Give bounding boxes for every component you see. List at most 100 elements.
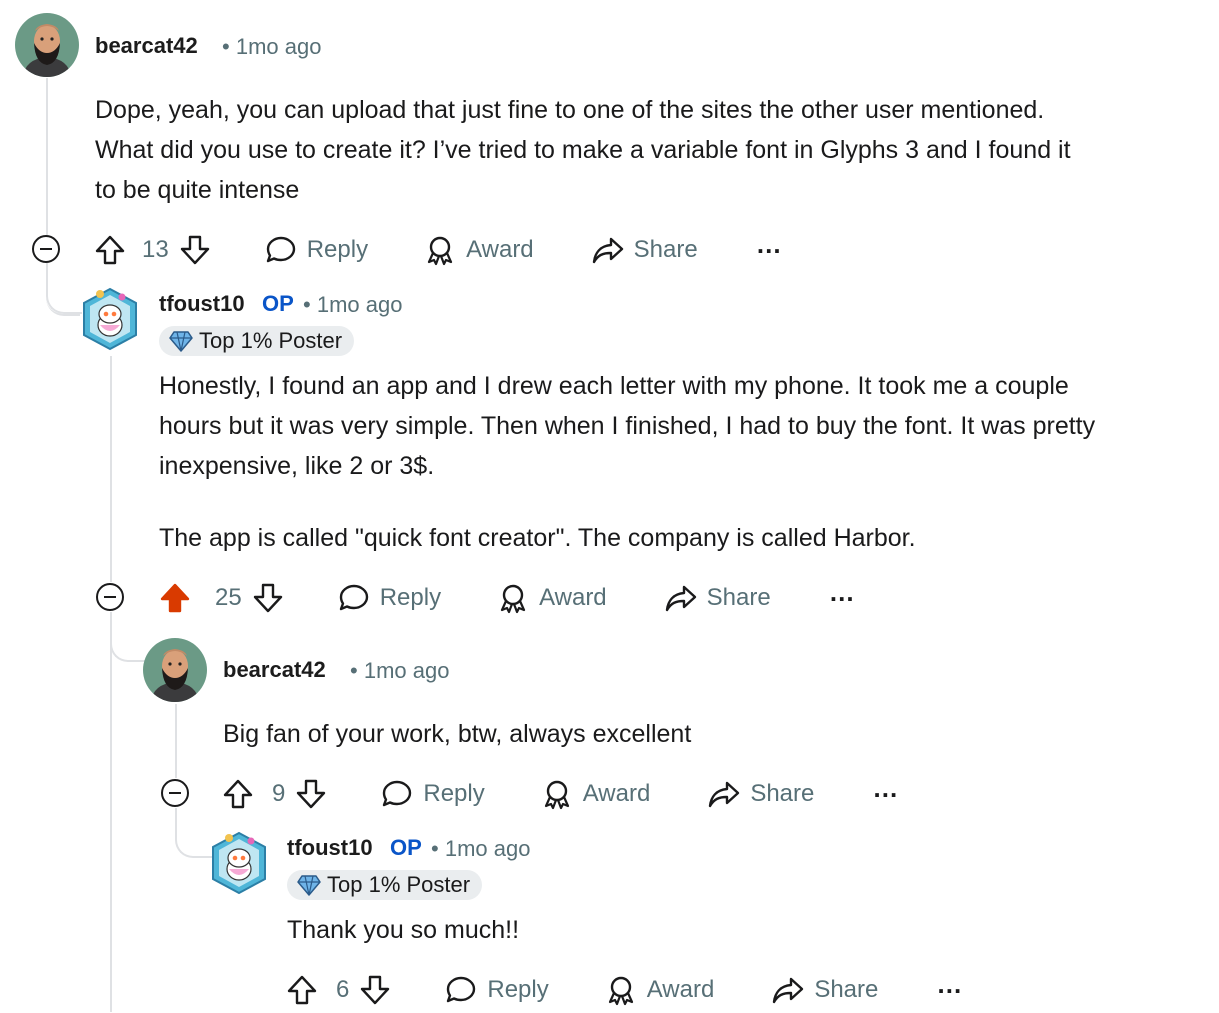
- comment-timestamp[interactable]: 1mo ago: [445, 836, 531, 861]
- meta-separator: •: [222, 34, 230, 59]
- share-icon: [709, 781, 740, 808]
- comment-actions: 9 Reply Award Share …: [222, 773, 898, 814]
- more-options-button[interactable]: …: [829, 577, 855, 614]
- comment-body-line: to be quite intense: [95, 176, 300, 204]
- award-label: Award: [582, 780, 651, 807]
- more-options-button[interactable]: …: [872, 773, 898, 810]
- thread-line-root: [46, 78, 48, 258]
- vote-score: 25: [215, 584, 242, 611]
- comment-author[interactable]: bearcat42: [95, 33, 198, 59]
- avatar[interactable]: [80, 285, 140, 351]
- avatar[interactable]: [209, 829, 269, 895]
- avatar-snoo-icon: [83, 287, 137, 351]
- flair-diamond-icon: [297, 875, 321, 896]
- reply-label: Reply: [379, 584, 442, 611]
- downvote-icon: [180, 235, 209, 265]
- award-button[interactable]: Award: [541, 778, 651, 810]
- reply-button[interactable]: Reply: [445, 974, 549, 1006]
- upvote-icon: [160, 583, 190, 613]
- vote-score: 9: [272, 780, 286, 807]
- comment-author[interactable]: bearcat42: [223, 657, 326, 683]
- share-label: Share: [706, 584, 771, 611]
- comment-meta: • 1mo ago: [431, 836, 530, 862]
- share-button[interactable]: Share: [772, 974, 878, 1006]
- award-button[interactable]: Award: [424, 234, 534, 266]
- reply-label: Reply: [306, 236, 369, 263]
- downvote-button[interactable]: [295, 778, 337, 810]
- reply-label: Reply: [487, 976, 549, 1003]
- comment-body-line: hours but it was very simple. Then when …: [159, 412, 1096, 440]
- upvote-icon: [95, 235, 125, 265]
- comment-meta: • 1mo ago: [350, 658, 449, 684]
- award-icon: [427, 236, 453, 266]
- downvote-icon: [297, 779, 326, 809]
- reply-button[interactable]: Reply: [381, 778, 485, 810]
- upvote-icon: [287, 975, 317, 1005]
- comment-timestamp[interactable]: 1mo ago: [236, 34, 322, 59]
- downvote-button[interactable]: [179, 234, 221, 266]
- meta-separator: •: [303, 292, 311, 317]
- comment-timestamp[interactable]: 1mo ago: [364, 658, 450, 683]
- comment-meta: • 1mo ago: [222, 34, 321, 60]
- collapse-thread-button[interactable]: [96, 583, 124, 611]
- vote-score: 13: [142, 236, 169, 263]
- upvote-button[interactable]: [286, 974, 328, 1006]
- avatar[interactable]: [15, 13, 79, 77]
- more-icon: …: [872, 772, 899, 803]
- award-button[interactable]: Award: [605, 974, 715, 1006]
- reply-icon: [383, 780, 412, 807]
- downvote-button[interactable]: [359, 974, 401, 1006]
- vote-score: 6: [336, 976, 350, 1003]
- comment-body: Big fan of your work, btw, always excell…: [223, 720, 692, 748]
- share-label: Share: [814, 976, 879, 1003]
- award-button[interactable]: Award: [497, 582, 607, 614]
- thread-branch-2: [110, 612, 146, 662]
- thread-line-level1-lower: [110, 612, 112, 1012]
- user-flair: Top 1% Poster: [287, 870, 483, 900]
- share-button[interactable]: Share: [665, 582, 771, 614]
- reply-label: Reply: [423, 780, 485, 807]
- share-icon: [773, 977, 804, 1004]
- more-options-button[interactable]: …: [936, 969, 962, 1006]
- collapse-thread-button[interactable]: [32, 235, 60, 263]
- reply-button[interactable]: Reply: [265, 234, 368, 266]
- collapse-icon: [40, 248, 52, 250]
- flair-diamond-icon: [169, 331, 193, 352]
- comment-body-line: Dope, yeah, you can upload that just fin…: [95, 96, 1045, 124]
- share-button[interactable]: Share: [592, 234, 698, 266]
- comment-actions: 13 Reply Award Share …: [94, 229, 782, 270]
- avatar-snoo-icon: [212, 831, 266, 895]
- comment-body-line: The app is called "quick font creator". …: [159, 524, 916, 552]
- more-icon: …: [755, 228, 782, 259]
- comment-timestamp[interactable]: 1mo ago: [317, 292, 403, 317]
- downvote-icon: [361, 975, 390, 1005]
- thread-line-level1: [110, 356, 112, 582]
- upvote-button[interactable]: [94, 234, 136, 266]
- share-label: Share: [750, 780, 815, 807]
- upvote-icon: [223, 779, 253, 809]
- user-flair: Top 1% Poster: [159, 326, 355, 356]
- avatar-bearded-man-icon: [15, 13, 79, 77]
- share-button[interactable]: Share: [708, 778, 814, 810]
- meta-separator: •: [350, 658, 358, 683]
- reply-button[interactable]: Reply: [338, 582, 441, 614]
- downvote-button[interactable]: [252, 582, 294, 614]
- avatar[interactable]: [143, 638, 207, 702]
- thread-line-level2: [175, 704, 177, 778]
- comment-body: Thank you so much!!: [287, 916, 520, 944]
- collapse-thread-button[interactable]: [161, 779, 189, 807]
- upvote-button[interactable]: [159, 582, 201, 614]
- upvote-button[interactable]: [222, 778, 264, 810]
- more-options-button[interactable]: …: [756, 229, 782, 266]
- award-icon: [544, 780, 569, 810]
- award-label: Award: [646, 976, 715, 1003]
- comment-actions: 6 Reply Award Share …: [286, 969, 962, 1010]
- comment-body: Dope, yeah, you can upload that just fin…: [95, 90, 1205, 210]
- award-label: Award: [466, 236, 534, 263]
- comment-author[interactable]: tfoust10: [159, 291, 245, 317]
- more-icon: …: [936, 968, 963, 999]
- comment-meta: • 1mo ago: [303, 292, 402, 318]
- comment-body-line: inexpensive, like 2 or 3$.: [159, 452, 435, 480]
- award-icon: [608, 976, 633, 1006]
- comment-author[interactable]: tfoust10: [287, 835, 373, 861]
